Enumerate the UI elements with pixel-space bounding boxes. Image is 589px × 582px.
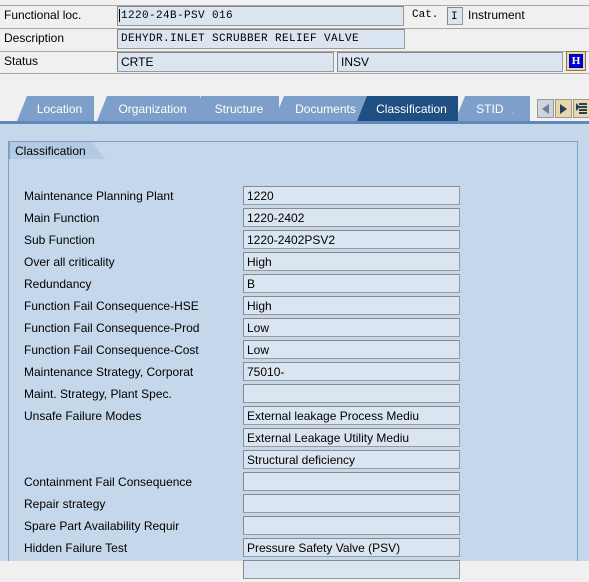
form-row: Function Fail Consequence-HSE High	[0, 296, 589, 318]
field-label: Containment Fail Consequence	[24, 475, 193, 489]
field-label: Maint. Strategy, Plant Spec.	[24, 387, 172, 401]
form-row: Function Fail Consequence-Prod Low	[0, 318, 589, 340]
field-input[interactable]: Low	[243, 318, 460, 337]
group-title-classification: Classification	[9, 141, 105, 159]
field-input[interactable]	[243, 516, 460, 535]
field-label: Maintenance Planning Plant	[24, 189, 174, 203]
field-label: Function Fail Consequence-Cost	[24, 343, 199, 357]
field-input[interactable]: External leakage Process Mediu	[243, 406, 460, 425]
field-label: Spare Part Availability Requir	[24, 519, 180, 533]
category-text: Instrument	[468, 8, 525, 22]
field-label: Repair strategy	[24, 497, 106, 511]
form-row: Unsafe Failure Modes External leakage Pro…	[0, 406, 589, 428]
field-input[interactable]	[243, 472, 460, 491]
field-input[interactable]: 1220	[243, 186, 460, 205]
tab-organization[interactable]: Organization	[97, 96, 200, 121]
form-row: Structural deficiency	[0, 450, 589, 472]
functional-loc-input[interactable]: 1220-24B-PSV 016	[117, 6, 404, 26]
field-label: Unsafe Failure Modes	[24, 409, 142, 423]
field-label: Maintenance Strategy, Corporat	[24, 365, 194, 379]
form-row: Sub Function 1220-2402PSV2	[0, 230, 589, 252]
form-row: Maintenance Strategy, Corporat 75010-	[0, 362, 589, 384]
field-input[interactable]: B	[243, 274, 460, 293]
arrow-left-icon	[542, 103, 549, 114]
tab-scroll-left-button[interactable]	[537, 99, 554, 118]
form-row: External Leakage Utility Mediu	[0, 428, 589, 450]
field-label: Hidden Failure Test	[24, 541, 128, 555]
form-row: Maintenance Planning Plant 1220	[0, 186, 589, 208]
form-row: Hidden Failure Test Pressure Safety Valve…	[0, 538, 589, 560]
field-input[interactable]: External Leakage Utility Mediu	[243, 428, 460, 447]
form-row: Repair strategy	[0, 494, 589, 516]
category-label: Cat.	[412, 9, 439, 21]
form-row: Main Function 1220-2402	[0, 208, 589, 230]
tab-structure[interactable]: Structure	[191, 96, 279, 121]
form-row: Spare Part Availability Requir	[0, 516, 589, 538]
functional-loc-label: Functional loc.	[4, 8, 82, 22]
field-input[interactable]	[243, 384, 460, 403]
header-row-status: Status CRTE INSV	[0, 51, 589, 73]
form-row: Redundancy B	[0, 274, 589, 296]
field-input[interactable]: 75010-	[243, 362, 460, 381]
tab-list-button[interactable]	[573, 99, 589, 118]
header-row-description: Description DEHYDR.INLET SCRUBBER RELIEF…	[0, 28, 589, 50]
field-input[interactable]: Low	[243, 340, 460, 359]
field-input[interactable]	[243, 560, 460, 579]
form-row: Function Fail Consequence-Cost Low	[0, 340, 589, 362]
field-input[interactable]: Pressure Safety Valve (PSV)	[243, 538, 460, 557]
tab-documents[interactable]: Documents	[274, 96, 369, 121]
header-row-functional-loc: Functional loc. 1220-24B-PSV 016 Cat. I …	[0, 5, 589, 27]
form-row: Containment Fail Consequence	[0, 472, 589, 494]
tab-classification[interactable]: Classification	[357, 96, 458, 121]
description-label: Description	[4, 31, 65, 45]
information-icon-button[interactable]: H	[566, 51, 586, 71]
tab-scroll-right-button[interactable]	[555, 99, 572, 118]
tab-strip: Location Organization Structure Document…	[0, 96, 589, 122]
status-label: Status	[4, 54, 39, 68]
category-input[interactable]: I	[447, 7, 463, 25]
field-input[interactable]: 1220-2402PSV2	[243, 230, 460, 249]
status-input-primary[interactable]: CRTE	[117, 52, 334, 72]
field-input[interactable]: 1220-2402	[243, 208, 460, 227]
classification-panel: Classification Maintenance Planning Plan…	[0, 124, 589, 579]
more-tabs-indicator	[508, 96, 530, 121]
tab-list-icon	[576, 103, 587, 114]
field-label: Function Fail Consequence-HSE	[24, 299, 199, 313]
description-input[interactable]: DEHYDR.INLET SCRUBBER RELIEF VALVE	[117, 29, 405, 49]
form-row	[0, 560, 589, 582]
field-label: Redundancy	[24, 277, 92, 291]
field-label: Function Fail Consequence-Prod	[24, 321, 200, 335]
status-input-secondary[interactable]: INSV	[337, 52, 563, 72]
field-label: Over all criticality	[24, 255, 115, 269]
arrow-right-icon	[560, 103, 567, 114]
field-input[interactable]: High	[243, 296, 460, 315]
tab-location[interactable]: Location	[17, 96, 94, 121]
field-input[interactable]: Structural deficiency	[243, 450, 460, 469]
header-area: Functional loc. 1220-24B-PSV 016 Cat. I …	[0, 0, 589, 74]
information-icon: H	[569, 54, 583, 68]
group-title-label: Classification	[15, 143, 86, 158]
form-row: Over all criticality High	[0, 252, 589, 274]
header-bottom-separator	[0, 73, 589, 74]
text-cursor	[119, 9, 120, 22]
form-row: Maint. Strategy, Plant Spec.	[0, 384, 589, 406]
field-label: Main Function	[24, 211, 100, 225]
field-input[interactable]	[243, 494, 460, 513]
field-input[interactable]: High	[243, 252, 460, 271]
field-label: Sub Function	[24, 233, 95, 247]
